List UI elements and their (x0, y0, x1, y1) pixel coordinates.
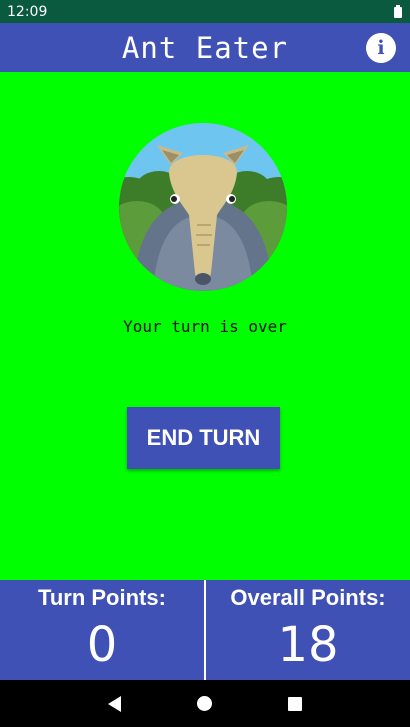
anteater-illustration (119, 123, 287, 291)
game-area: Your turn is over END TURN (0, 72, 410, 580)
battery-full-icon (394, 5, 402, 18)
app-title: Ant Eater (121, 30, 289, 65)
back-icon[interactable] (108, 695, 121, 712)
info-glyph: i (377, 37, 385, 59)
status-bar: 12:09 (0, 0, 410, 23)
system-nav-bar (0, 680, 410, 727)
status-message: Your turn is over (123, 317, 287, 336)
status-time: 12:09 (7, 3, 48, 20)
turn-points-panel: Turn Points: 0 (0, 580, 204, 680)
home-icon[interactable] (197, 696, 212, 711)
overall-points-value: 18 (277, 617, 339, 673)
end-turn-button[interactable]: END TURN (127, 407, 280, 469)
anteater-avatar-icon (119, 123, 287, 291)
turn-points-value: 0 (86, 617, 118, 673)
info-icon[interactable]: i (366, 33, 396, 63)
overall-points-label: Overall Points: (230, 585, 386, 610)
turn-points-label: Turn Points: (38, 585, 166, 610)
scoreboard: Turn Points: 0 Overall Points: 18 (0, 580, 410, 680)
overall-points-panel: Overall Points: 18 (206, 580, 410, 680)
app-bar: Ant Eater i (0, 23, 410, 72)
recents-icon[interactable] (288, 696, 302, 711)
